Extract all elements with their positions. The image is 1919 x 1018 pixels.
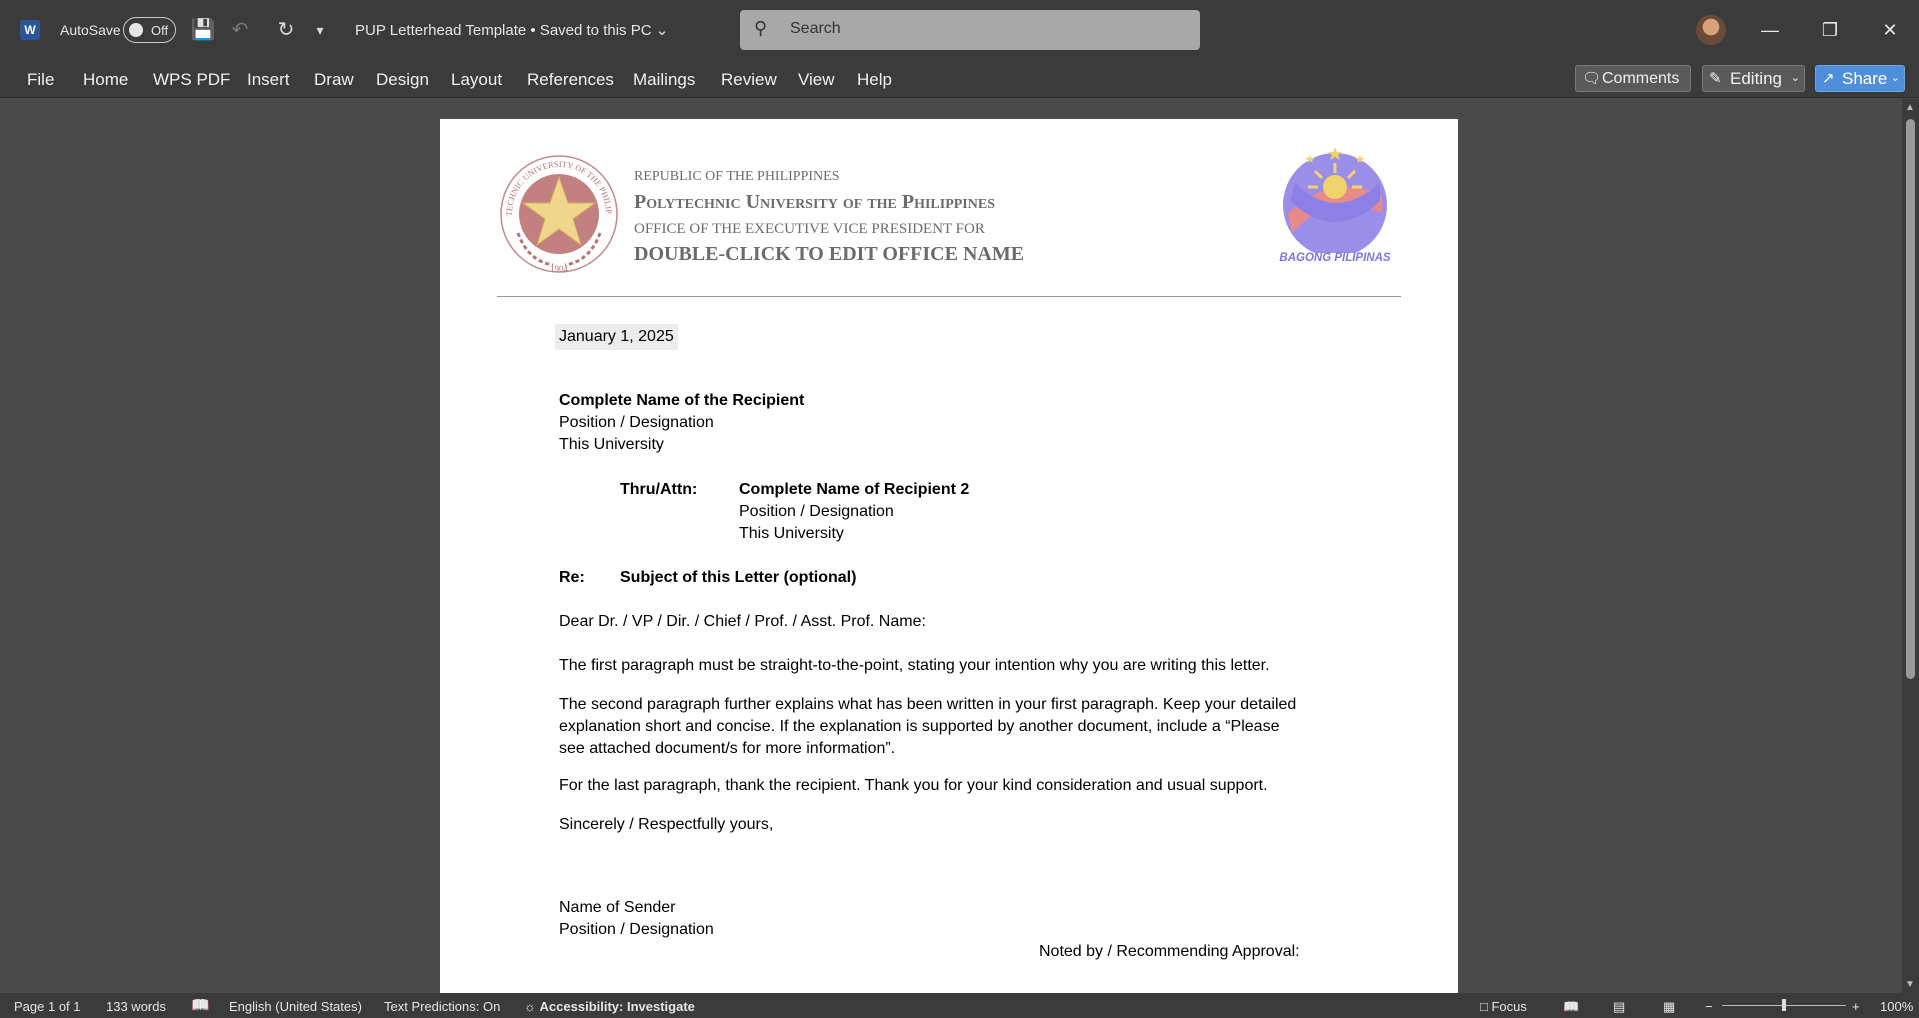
- pencil-icon: ✎: [1709, 70, 1722, 87]
- tab-mailings[interactable]: Mailings: [633, 70, 695, 90]
- comments-button[interactable]: 🗨 Comments: [1575, 65, 1691, 92]
- letterhead-university: Polytechnic University of the Philippine…: [634, 191, 995, 213]
- sender-name: Name of Sender: [559, 899, 676, 916]
- bagong-pilipinas-logo: [1283, 147, 1387, 253]
- recipient-org: This University: [559, 436, 664, 453]
- zoom-in-icon[interactable]: +: [1852, 999, 1860, 1014]
- noted-by-label: Noted by / Recommending Approval:: [1039, 943, 1300, 960]
- redo-icon[interactable]: ↻: [272, 16, 300, 44]
- document-canvas[interactable]: POLYTECHNIC UNIVERSITY OF THE PHILIPPINE…: [0, 99, 1902, 993]
- comment-icon: 🗨: [1582, 70, 1602, 87]
- re-label: Re:: [559, 569, 585, 586]
- editing-mode-button[interactable]: ✎ Editing ⌄: [1702, 65, 1805, 92]
- tab-file[interactable]: File: [27, 70, 54, 90]
- tab-insert[interactable]: Insert: [247, 70, 290, 90]
- page-count[interactable]: Page 1 of 1: [14, 999, 81, 1014]
- undo-icon[interactable]: ↶: [226, 16, 254, 44]
- tab-help[interactable]: Help: [857, 70, 892, 90]
- search-box[interactable]: ⚲ Search: [740, 10, 1200, 50]
- recipient-name: Complete Name of the Recipient: [559, 392, 805, 409]
- scroll-up-icon[interactable]: ▲: [1905, 102, 1915, 113]
- closing: Sincerely / Respectfully yours,: [559, 816, 774, 833]
- letterhead-office-name[interactable]: DOUBLE-CLICK TO EDIT OFFICE NAME: [634, 243, 1024, 266]
- autosave-label: AutoSave: [60, 22, 121, 38]
- seal-year: 1904: [550, 264, 569, 274]
- thru-position: Position / Designation: [739, 503, 894, 520]
- letter-date[interactable]: January 1, 2025: [555, 324, 678, 350]
- paragraph-3: For the last paragraph, thank the recipi…: [559, 777, 1268, 794]
- thru-name: Complete Name of Recipient 2: [739, 481, 970, 498]
- read-mode-icon[interactable]: 📖: [1563, 999, 1579, 1015]
- focus-mode[interactable]: □ Focus: [1480, 999, 1527, 1014]
- tab-view[interactable]: View: [798, 70, 835, 90]
- customize-quick-access-icon[interactable]: ▾: [306, 16, 334, 44]
- print-layout-icon[interactable]: ▤: [1613, 999, 1625, 1015]
- save-icon[interactable]: 💾: [189, 16, 217, 44]
- close-icon[interactable]: ✕: [1870, 14, 1910, 46]
- scroll-down-icon[interactable]: ▼: [1905, 979, 1915, 990]
- bagong-pilipinas-text: BAGONG PILIPINAS: [1279, 252, 1391, 264]
- autosave-state: Off: [151, 23, 169, 38]
- thru-org: This University: [739, 525, 844, 542]
- autosave-toggle[interactable]: Off: [123, 17, 176, 43]
- tab-layout[interactable]: Layout: [451, 70, 502, 90]
- vertical-scrollbar[interactable]: ▲ ▼: [1902, 99, 1919, 993]
- status-bar: Page 1 of 1 133 words 📖 English (United …: [0, 993, 1919, 1018]
- paragraph-2-line-1: The second paragraph further explains wh…: [559, 696, 1297, 713]
- tab-draw[interactable]: Draw: [314, 70, 354, 90]
- pup-seal-logo: POLYTECHNIC UNIVERSITY OF THE PHILIPPINE…: [498, 153, 618, 274]
- scrollbar-thumb[interactable]: [1906, 119, 1915, 679]
- share-button[interactable]: ↗ Share ⌄: [1815, 65, 1905, 92]
- word-count[interactable]: 133 words: [106, 999, 166, 1014]
- zoom-slider-thumb[interactable]: [1782, 999, 1786, 1011]
- accessibility-icon: ☼: [524, 999, 536, 1014]
- thru-label: Thru/Attn:: [620, 481, 698, 498]
- salutation: Dear Dr. / VP / Dir. / Chief / Prof. / A…: [559, 613, 926, 630]
- zoom-out-icon[interactable]: −: [1705, 999, 1713, 1014]
- letterhead-divider: [497, 296, 1401, 297]
- paragraph-2-line-3: see attached document/s for more informa…: [559, 740, 896, 757]
- tab-review[interactable]: Review: [721, 70, 777, 90]
- tab-references[interactable]: References: [527, 70, 614, 90]
- web-layout-icon[interactable]: ▦: [1663, 999, 1675, 1015]
- share-icon: ↗: [1822, 70, 1835, 87]
- letterhead-office-prefix: OFFICE OF THE EXECUTIVE VICE PRESIDENT F…: [634, 221, 985, 237]
- sender-position: Position / Designation: [559, 921, 714, 938]
- recipient-position: Position / Designation: [559, 414, 714, 431]
- search-icon: ⚲: [754, 18, 768, 38]
- re-subject: Subject of this Letter (optional): [620, 569, 857, 586]
- letterhead-republic: REPUBLIC OF THE PHILIPPINES: [634, 169, 840, 184]
- toggle-knob: [129, 23, 143, 37]
- document-title[interactable]: PUP Letterhead Template • Saved to this …: [355, 21, 668, 39]
- focus-icon: □: [1480, 999, 1488, 1014]
- minimize-icon[interactable]: —: [1750, 14, 1790, 46]
- search-placeholder: Search: [790, 20, 841, 37]
- tab-home[interactable]: Home: [83, 70, 128, 90]
- tab-wps-pdf[interactable]: WPS PDF: [153, 70, 230, 90]
- tab-design[interactable]: Design: [376, 70, 429, 90]
- word-app-icon: W: [20, 20, 40, 40]
- user-avatar[interactable]: [1696, 15, 1726, 45]
- accessibility-status[interactable]: ☼ Accessibility: Investigate: [524, 999, 695, 1014]
- chevron-down-icon: ⌄: [1790, 72, 1800, 84]
- language[interactable]: English (United States): [229, 999, 362, 1014]
- chevron-down-icon: ⌄: [1890, 72, 1900, 84]
- paragraph-2-line-2: explanation short and concise. If the ex…: [559, 718, 1280, 735]
- zoom-level[interactable]: 100%: [1880, 999, 1913, 1014]
- title-bar: W AutoSave Off 💾 ↶ ↻ ▾ PUP Letterhead Te…: [0, 0, 1919, 60]
- paragraph-1: The first paragraph must be straight-to-…: [559, 657, 1270, 674]
- proofing-icon[interactable]: 📖: [191, 996, 210, 1014]
- text-predictions[interactable]: Text Predictions: On: [384, 999, 500, 1014]
- restore-icon[interactable]: ❐: [1810, 14, 1850, 46]
- document-page[interactable]: POLYTECHNIC UNIVERSITY OF THE PHILIPPINE…: [440, 119, 1458, 993]
